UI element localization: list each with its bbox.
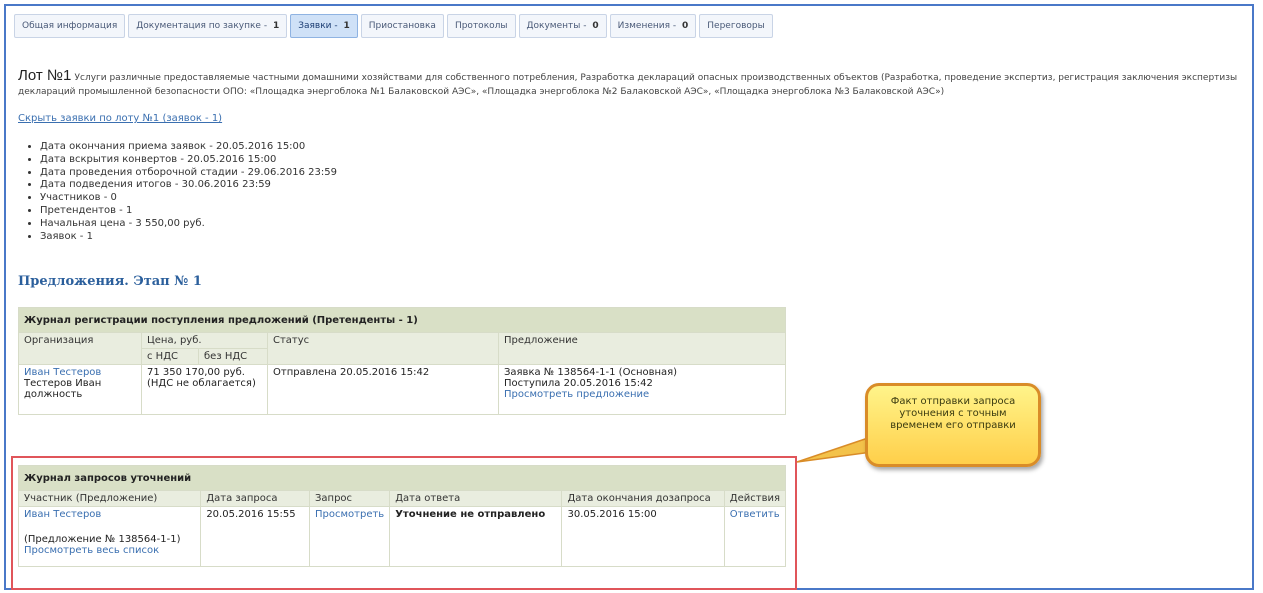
price-note: (НДС не облагается)	[147, 378, 256, 389]
column-header: Дата окончания дозапроса	[561, 490, 725, 507]
lot-tabs: Общая информация Документация по закупке…	[14, 14, 773, 38]
organization-cell: Иван Тестеров Тестеров Иван должность	[18, 364, 142, 415]
table-caption: Журнал регистрации поступления предложен…	[18, 307, 786, 333]
view-offer-link[interactable]: Просмотреть предложение	[504, 389, 780, 400]
clarification-journal-table: Журнал запросов уточнений Участник (Пред…	[17, 465, 787, 567]
column-header: Дата ответа	[389, 490, 563, 507]
tab-changes[interactable]: Изменения - 0	[609, 14, 697, 38]
lot-description: Услуги различные предоставляемые частным…	[18, 73, 1238, 97]
tab-suspension[interactable]: Приостановка	[360, 14, 444, 38]
participant-cell: Иван Тестеров (Предложение № 138564-1-1)…	[17, 506, 202, 567]
offer-number: Заявка № 138564-1-1 (Основная)	[504, 367, 678, 378]
lot-number: Лот №1	[18, 67, 72, 84]
reply-link[interactable]: Ответить	[730, 509, 780, 520]
organization-name: Тестеров Иван	[24, 378, 102, 389]
answer-cell: Уточнение не отправлено	[389, 506, 563, 567]
fact-item: Дата подведения итогов - 30.06.2016 23:5…	[40, 179, 337, 192]
tab-applications[interactable]: Заявки - 1	[290, 14, 358, 38]
price-value: 71 350 170,00 руб.	[147, 367, 245, 378]
fact-item: Заявок - 1	[40, 231, 337, 244]
callout-bubble: Факт отправки запроса уточнения с точным…	[865, 383, 1041, 467]
tab-protocols[interactable]: Протоколы	[446, 14, 516, 38]
offer-cell: Заявка № 138564-1-1 (Основная) Поступила…	[498, 364, 786, 415]
fact-item: Начальная цена - 3 550,00 руб.	[40, 218, 337, 231]
fact-item: Дата окончания приема заявок - 20.05.201…	[40, 141, 337, 154]
price-cell: 71 350 170,00 руб. (НДС не облагается)	[141, 364, 268, 415]
request-date-cell: 20.05.2016 15:55	[200, 506, 310, 567]
column-header: Запрос	[308, 490, 391, 507]
column-header: Цена, руб.	[141, 332, 268, 349]
view-request-link[interactable]: Просмотреть	[315, 509, 384, 520]
fact-item: Претендентов - 1	[40, 205, 337, 218]
table-caption: Журнал запросов уточнений	[18, 465, 786, 491]
tab-documents[interactable]: Документы - 0	[518, 14, 607, 38]
tab-general-info[interactable]: Общая информация	[14, 14, 126, 38]
participant-offer: (Предложение № 138564-1-1)	[24, 534, 181, 545]
offer-received: Поступила 20.05.2016 15:42	[504, 378, 653, 389]
section-title: Предложения. Этап № 1	[18, 274, 202, 289]
fact-item: Дата проведения отборочной стадии - 29.0…	[40, 167, 337, 180]
organization-link[interactable]: Иван Тестеров	[24, 367, 136, 378]
fact-item: Участников - 0	[40, 192, 337, 205]
participant-link[interactable]: Иван Тестеров	[24, 509, 195, 520]
status-cell: Отправлена 20.05.2016 15:42	[267, 364, 499, 415]
table-row: Иван Тестеров Тестеров Иван должность 71…	[18, 364, 786, 415]
organization-position: должность	[24, 389, 83, 400]
actions-cell: Ответить	[723, 506, 787, 567]
lot-heading: Лот №1 Услуги различные предоставляемые …	[18, 67, 1243, 99]
column-header: без НДС	[198, 348, 268, 365]
column-header: с НДС	[141, 348, 199, 365]
registration-journal-table: Журнал регистрации поступления предложен…	[18, 307, 786, 415]
fact-item: Дата вскрытия конвертов - 20.05.2016 15:…	[40, 154, 337, 167]
column-header: Участник (Предложение)	[17, 490, 202, 507]
tab-documentation[interactable]: Документация по закупке - 1	[128, 14, 288, 38]
column-header: Организация	[18, 332, 142, 365]
tab-negotiations[interactable]: Переговоры	[699, 14, 773, 38]
request-cell: Просмотреть	[308, 506, 391, 567]
view-all-link[interactable]: Просмотреть весь список	[24, 545, 195, 556]
hide-applications-link[interactable]: Скрыть заявки по лоту №1 (заявок - 1)	[18, 113, 222, 124]
lot-facts-list: Дата окончания приема заявок - 20.05.201…	[28, 141, 337, 243]
column-header: Статус	[267, 332, 499, 365]
column-header: Дата запроса	[200, 490, 310, 507]
table-row: Иван Тестеров (Предложение № 138564-1-1)…	[17, 506, 787, 567]
column-header: Действия	[723, 490, 787, 507]
end-date-cell: 30.05.2016 15:00	[561, 506, 725, 567]
column-header: Предложение	[498, 332, 786, 365]
